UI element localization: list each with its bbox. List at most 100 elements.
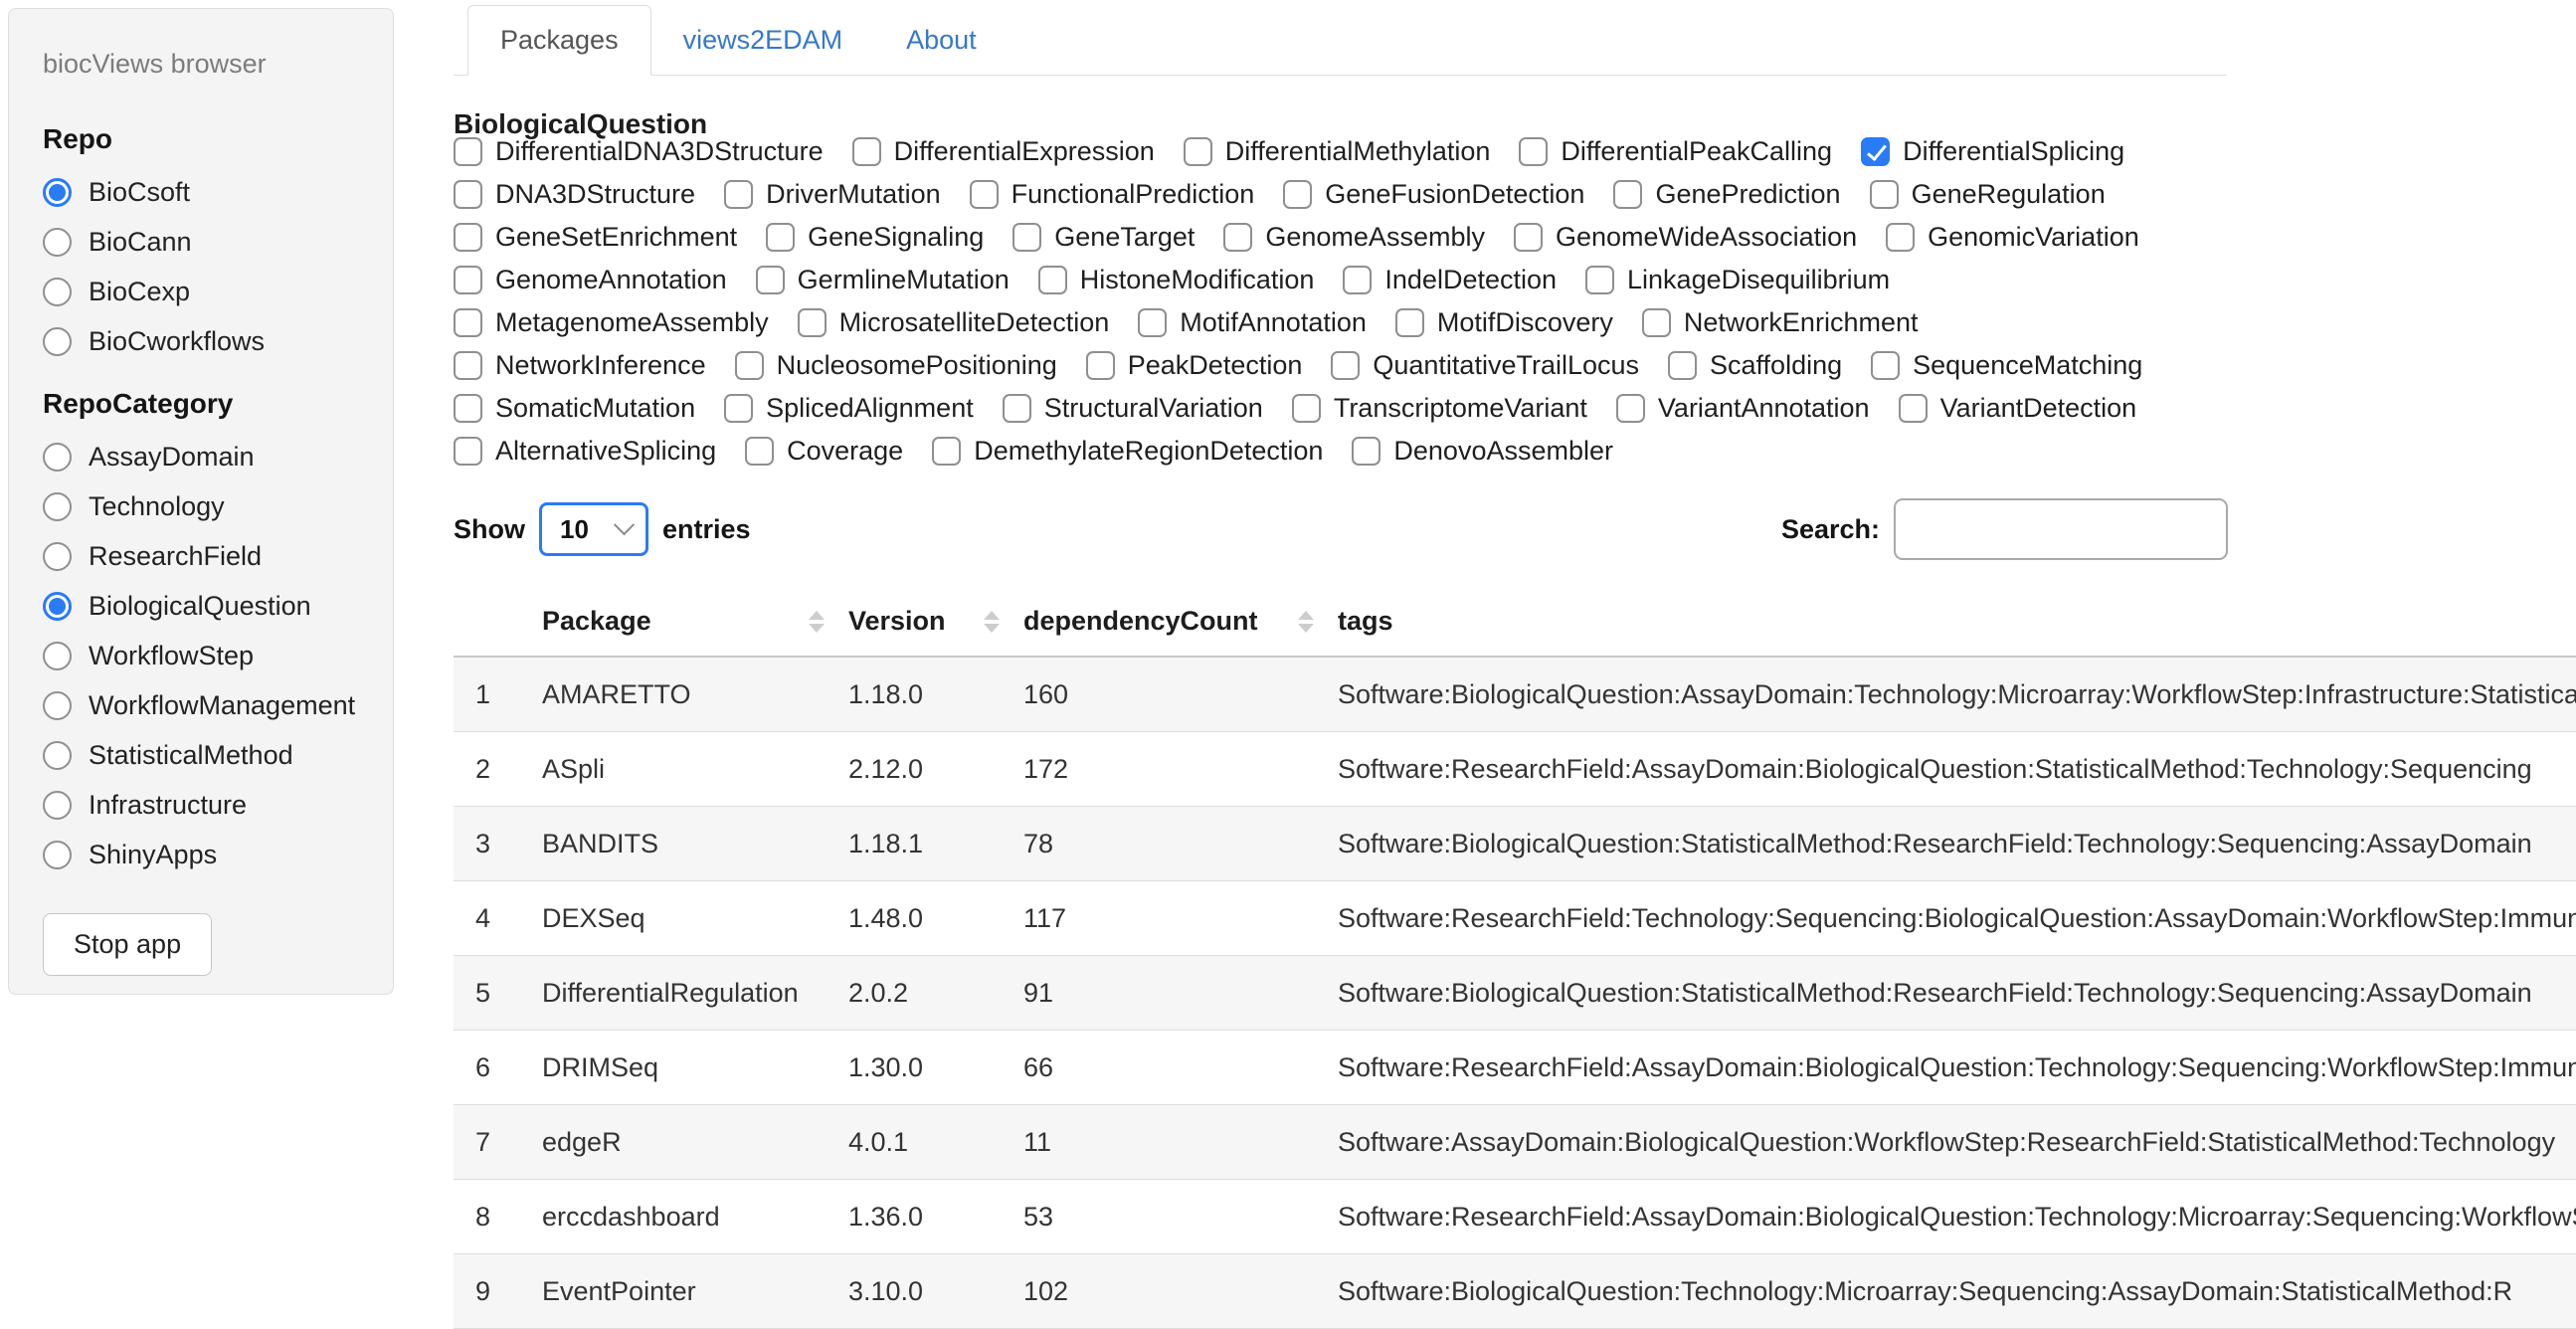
checkbox-StructuralVariation[interactable]: StructuralVariation bbox=[1003, 393, 1263, 424]
checkbox-row: AlternativeSplicing Coverage DemethylateRe… bbox=[454, 430, 2244, 473]
checkbox-row: DNA3DStructure DriverMutation FunctionalPr… bbox=[454, 173, 2244, 216]
tab-About[interactable]: About bbox=[874, 5, 1009, 75]
checkbox-label: DifferentialDNA3DStructure bbox=[495, 136, 824, 167]
checkbox-icon bbox=[766, 223, 795, 252]
table-controls: Show 10 entries Search: bbox=[454, 495, 2228, 563]
cell-tags: Software:ResearchField:AssayDomain:Biolo… bbox=[1338, 754, 2576, 785]
cell-deps: 66 bbox=[1023, 1052, 1338, 1083]
table-row: 7edgeR4.0.111Software:AssayDomain:Biolog… bbox=[454, 1105, 2576, 1180]
checkbox-GenomeAnnotation[interactable]: GenomeAnnotation bbox=[454, 265, 727, 295]
cell-deps: 172 bbox=[1023, 754, 1338, 785]
radio-StatisticalMethod[interactable]: StatisticalMethod bbox=[43, 730, 363, 780]
entries-select[interactable]: 10 bbox=[539, 502, 648, 556]
checkbox-GeneSignaling[interactable]: GeneSignaling bbox=[766, 222, 984, 253]
checkbox-GermlineMutation[interactable]: GermlineMutation bbox=[756, 265, 1010, 295]
checkbox-MicrosatelliteDetection[interactable]: MicrosatelliteDetection bbox=[798, 307, 1110, 338]
checkbox-GenePrediction[interactable]: GenePrediction bbox=[1613, 179, 1840, 210]
checkbox-DNA3DStructure[interactable]: DNA3DStructure bbox=[454, 179, 695, 210]
checkbox-GenomeWideAssociation[interactable]: GenomeWideAssociation bbox=[1514, 222, 1857, 253]
checkbox-NucleosomePositioning[interactable]: NucleosomePositioning bbox=[735, 350, 1057, 381]
checkbox-GeneFusionDetection[interactable]: GeneFusionDetection bbox=[1283, 179, 1584, 210]
checkbox-PeakDetection[interactable]: PeakDetection bbox=[1086, 350, 1303, 381]
checkbox-GeneTarget[interactable]: GeneTarget bbox=[1012, 222, 1195, 253]
tab-Packages[interactable]: Packages bbox=[467, 5, 651, 76]
checkbox-SplicedAlignment[interactable]: SplicedAlignment bbox=[724, 393, 974, 424]
checkbox-icon bbox=[1613, 180, 1642, 209]
checkbox-MotifAnnotation[interactable]: MotifAnnotation bbox=[1138, 307, 1367, 338]
radio-Infrastructure[interactable]: Infrastructure bbox=[43, 780, 363, 830]
checkbox-QuantitativeTrailLocus[interactable]: QuantitativeTrailLocus bbox=[1331, 350, 1639, 381]
checkbox-label: MotifDiscovery bbox=[1437, 307, 1613, 338]
checkbox-AlternativeSplicing[interactable]: AlternativeSplicing bbox=[454, 436, 716, 467]
tab-views2EDAM[interactable]: views2EDAM bbox=[651, 5, 875, 75]
checkbox-LinkageDisequilibrium[interactable]: LinkageDisequilibrium bbox=[1585, 265, 1890, 295]
checkbox-icon bbox=[1003, 394, 1031, 423]
checkbox-icon bbox=[724, 180, 753, 209]
checkbox-SequenceMatching[interactable]: SequenceMatching bbox=[1871, 350, 2142, 381]
checkbox-DenovoAssembler[interactable]: DenovoAssembler bbox=[1352, 436, 1613, 467]
checkbox-DifferentialPeakCalling[interactable]: DifferentialPeakCalling bbox=[1519, 136, 1832, 167]
checkbox-Coverage[interactable]: Coverage bbox=[745, 436, 903, 467]
column-header-Package[interactable]: Package bbox=[542, 606, 848, 637]
cell-package: BANDITS bbox=[542, 829, 848, 859]
column-header-Version[interactable]: Version bbox=[848, 606, 1023, 637]
checkbox-GeneRegulation[interactable]: GeneRegulation bbox=[1870, 179, 2106, 210]
checkbox-DifferentialDNA3DStructure[interactable]: DifferentialDNA3DStructure bbox=[454, 136, 824, 167]
radio-BioCexp[interactable]: BioCexp bbox=[43, 267, 363, 316]
radio-Technology[interactable]: Technology bbox=[43, 481, 363, 531]
checkbox-MotifDiscovery[interactable]: MotifDiscovery bbox=[1395, 307, 1613, 338]
row-index: 6 bbox=[454, 1052, 542, 1083]
stop-app-button[interactable]: Stop app bbox=[43, 913, 212, 976]
table-header-row: PackageVersiondependencyCounttags bbox=[454, 587, 2576, 658]
checkbox-VariantAnnotation[interactable]: VariantAnnotation bbox=[1616, 393, 1870, 424]
checkbox-NetworkEnrichment[interactable]: NetworkEnrichment bbox=[1642, 307, 1919, 338]
radio-WorkflowManagement[interactable]: WorkflowManagement bbox=[43, 680, 363, 730]
search-input[interactable] bbox=[1894, 498, 2228, 560]
cell-version: 1.18.0 bbox=[848, 679, 1023, 710]
checkbox-Scaffolding[interactable]: Scaffolding bbox=[1668, 350, 1842, 381]
column-header-dependencyCount[interactable]: dependencyCount bbox=[1023, 606, 1338, 637]
table-row: 3BANDITS1.18.178Software:BiologicalQuest… bbox=[454, 807, 2576, 881]
radio-ResearchField[interactable]: ResearchField bbox=[43, 531, 363, 581]
radio-WorkflowStep[interactable]: WorkflowStep bbox=[43, 631, 363, 680]
checkbox-DifferentialExpression[interactable]: DifferentialExpression bbox=[852, 136, 1155, 167]
radio-icon bbox=[43, 178, 72, 207]
radio-BioCsoft[interactable]: BioCsoft bbox=[43, 167, 363, 217]
checkbox-DifferentialSplicing[interactable]: DifferentialSplicing bbox=[1861, 136, 2124, 167]
checkbox-MetagenomeAssembly[interactable]: MetagenomeAssembly bbox=[454, 307, 769, 338]
checkbox-GenomicVariation[interactable]: GenomicVariation bbox=[1886, 222, 2139, 253]
checkbox-IndelDetection[interactable]: IndelDetection bbox=[1343, 265, 1557, 295]
checkbox-GeneSetEnrichment[interactable]: GeneSetEnrichment bbox=[454, 222, 737, 253]
radio-BiologicalQuestion[interactable]: BiologicalQuestion bbox=[43, 581, 363, 631]
checkbox-GenomeAssembly[interactable]: GenomeAssembly bbox=[1223, 222, 1485, 253]
checkbox-icon bbox=[1395, 308, 1424, 337]
table-row: 8erccdashboard1.36.053Software:ResearchF… bbox=[454, 1180, 2576, 1254]
checkbox-label: NetworkEnrichment bbox=[1684, 307, 1919, 338]
checkbox-NetworkInference[interactable]: NetworkInference bbox=[454, 350, 706, 381]
cell-deps: 78 bbox=[1023, 829, 1338, 859]
cell-version: 1.36.0 bbox=[848, 1202, 1023, 1233]
repo-group-label: Repo bbox=[43, 123, 363, 155]
checkbox-TranscriptomeVariant[interactable]: TranscriptomeVariant bbox=[1292, 393, 1587, 424]
radio-icon bbox=[43, 642, 72, 670]
checkbox-label: IndelDetection bbox=[1384, 265, 1557, 295]
checkbox-FunctionalPrediction[interactable]: FunctionalPrediction bbox=[970, 179, 1255, 210]
radio-ShinyApps[interactable]: ShinyApps bbox=[43, 830, 363, 879]
checkbox-DemethylateRegionDetection[interactable]: DemethylateRegionDetection bbox=[932, 436, 1323, 467]
radio-BioCworkflows[interactable]: BioCworkflows bbox=[43, 316, 363, 366]
radio-icon bbox=[43, 443, 72, 472]
checkbox-HistoneModification[interactable]: HistoneModification bbox=[1038, 265, 1315, 295]
checkbox-icon bbox=[1870, 180, 1899, 209]
radio-BioCann[interactable]: BioCann bbox=[43, 217, 363, 267]
checkbox-DifferentialMethylation[interactable]: DifferentialMethylation bbox=[1184, 136, 1491, 167]
checkbox-label: HistoneModification bbox=[1080, 265, 1315, 295]
checkbox-icon bbox=[724, 394, 753, 423]
checkbox-DriverMutation[interactable]: DriverMutation bbox=[724, 179, 941, 210]
checkbox-SomaticMutation[interactable]: SomaticMutation bbox=[454, 393, 695, 424]
checkbox-VariantDetection[interactable]: VariantDetection bbox=[1899, 393, 2137, 424]
radio-AssayDomain[interactable]: AssayDomain bbox=[43, 432, 363, 481]
radio-icon bbox=[43, 278, 72, 306]
checkbox-icon bbox=[454, 437, 482, 466]
checkbox-icon bbox=[852, 137, 881, 166]
checkbox-icon bbox=[1886, 223, 1915, 252]
